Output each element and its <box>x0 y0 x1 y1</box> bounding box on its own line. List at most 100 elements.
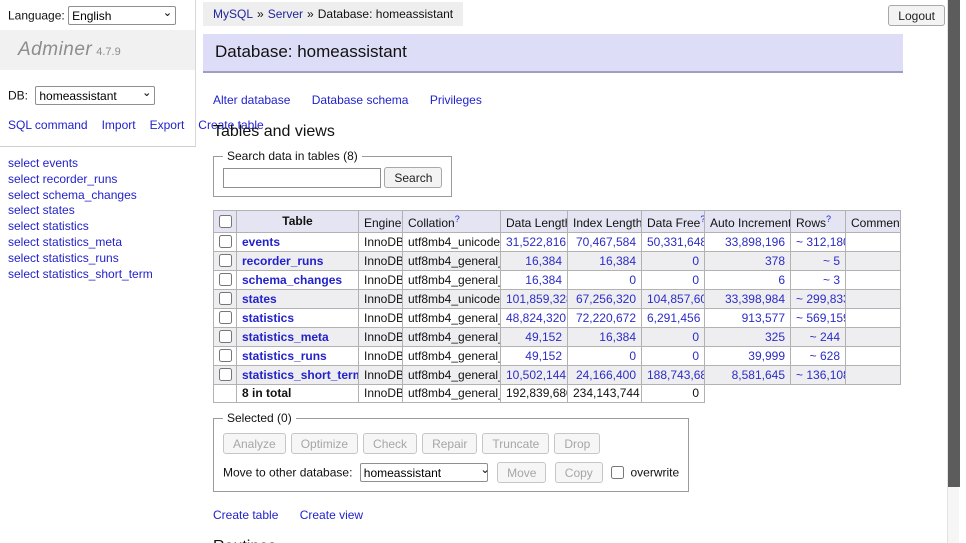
value-link[interactable]: ~ 5 <box>823 254 840 268</box>
check-button[interactable]: Check <box>363 433 417 454</box>
language-select[interactable]: English <box>68 6 176 25</box>
value-link[interactable]: 70,467,584 <box>576 235 636 249</box>
table-name-link[interactable]: statistics_meta <box>242 330 329 344</box>
row-checkbox[interactable] <box>219 311 232 324</box>
value-link[interactable]: 49,152 <box>525 330 562 344</box>
sidebar-select-link[interactable]: select statistics_meta <box>8 235 188 251</box>
value-link[interactable]: 16,384 <box>525 254 562 268</box>
optimize-button[interactable]: Optimize <box>291 433 358 454</box>
value-link[interactable]: 8,581,645 <box>732 368 785 382</box>
row-checkbox[interactable] <box>219 330 232 343</box>
sidebar-select-link[interactable]: select events <box>8 156 188 172</box>
value-link[interactable]: 10,502,144 <box>506 368 566 382</box>
row-checkbox[interactable] <box>219 273 232 286</box>
value-link[interactable]: ~ 244 <box>810 330 840 344</box>
help-icon[interactable]: ? <box>700 214 704 224</box>
table-name-link[interactable]: statistics <box>242 311 294 325</box>
truncate-button[interactable]: Truncate <box>482 433 549 454</box>
value-link[interactable]: 0 <box>692 254 699 268</box>
value-link[interactable]: 101,859,328 <box>506 292 568 306</box>
value-link[interactable]: 913,577 <box>742 311 785 325</box>
repair-button[interactable]: Repair <box>422 433 477 454</box>
table-name-link[interactable]: schema_changes <box>242 273 342 287</box>
row-checkbox-cell <box>214 309 237 328</box>
create-table-link[interactable]: Create table <box>213 508 278 522</box>
logout-button[interactable]: Logout <box>888 5 945 26</box>
index-length-cell: 72,220,672 <box>568 309 642 328</box>
value-link[interactable]: 24,166,400 <box>576 368 636 382</box>
value-link[interactable]: 6,291,456 <box>647 311 700 325</box>
scrollbar-track[interactable] <box>947 0 959 543</box>
value-link[interactable]: 16,384 <box>599 330 636 344</box>
row-checkbox[interactable] <box>219 292 232 305</box>
analyze-button[interactable]: Analyze <box>223 433 286 454</box>
row-checkbox[interactable] <box>219 235 232 248</box>
value-link[interactable]: ~ 299,833 <box>796 292 846 306</box>
breadcrumb-server-link[interactable]: Server <box>268 7 303 21</box>
alter-database-link[interactable]: Alter database <box>213 93 290 107</box>
value-link[interactable]: 0 <box>692 349 699 363</box>
value-link[interactable]: 39,999 <box>748 349 785 363</box>
db-select[interactable]: homeassistant <box>35 86 155 105</box>
brand-band: Adminer4.7.9 <box>0 30 195 70</box>
copy-button[interactable]: Copy <box>555 462 603 483</box>
table-name-link[interactable]: recorder_runs <box>242 254 323 268</box>
breadcrumb-mysql-link[interactable]: MySQL <box>213 7 253 21</box>
table-name-link[interactable]: states <box>242 292 277 306</box>
value-link[interactable]: 0 <box>692 273 699 287</box>
row-checkbox[interactable] <box>219 349 232 362</box>
value-link[interactable]: 67,256,320 <box>576 292 636 306</box>
sidebar-select-link[interactable]: select statistics_runs <box>8 251 188 267</box>
import-link[interactable]: Import <box>102 118 136 132</box>
value-link[interactable]: 378 <box>765 254 785 268</box>
value-link[interactable]: 50,331,648 <box>647 235 705 249</box>
value-link[interactable]: 188,743,680 <box>647 368 705 382</box>
move-button[interactable]: Move <box>497 462 546 483</box>
value-link[interactable]: 49,152 <box>525 349 562 363</box>
sidebar-select-link[interactable]: select states <box>8 203 188 219</box>
search-button[interactable]: Search <box>384 167 442 188</box>
help-icon[interactable]: ? <box>826 214 831 224</box>
value-link[interactable]: 31,522,816 <box>506 235 566 249</box>
value-link[interactable]: ~ 3 <box>823 273 840 287</box>
value-link[interactable]: ~ 312,180 <box>796 235 846 249</box>
value-link[interactable]: 0 <box>692 330 699 344</box>
sidebar-select-link[interactable]: select recorder_runs <box>8 172 188 188</box>
value-link[interactable]: 48,824,320 <box>506 311 566 325</box>
value-link[interactable]: ~ 628 <box>810 349 840 363</box>
value-link[interactable]: 16,384 <box>599 254 636 268</box>
privileges-link[interactable]: Privileges <box>430 93 482 107</box>
table-name-link[interactable]: events <box>242 235 280 249</box>
scrollbar-thumb[interactable] <box>948 0 960 487</box>
sidebar-select-link[interactable]: select schema_changes <box>8 188 188 204</box>
value-link[interactable]: 0 <box>629 273 636 287</box>
help-icon[interactable]: ? <box>455 214 460 224</box>
search-input[interactable] <box>223 168 381 188</box>
overwrite-checkbox[interactable] <box>611 466 624 479</box>
row-checkbox-cell <box>214 347 237 366</box>
sidebar-select-link[interactable]: select statistics_short_term <box>8 267 188 283</box>
value-link[interactable]: 0 <box>629 349 636 363</box>
drop-button[interactable]: Drop <box>554 433 600 454</box>
value-link[interactable]: 325 <box>765 330 785 344</box>
sql-command-link[interactable]: SQL command <box>8 118 88 132</box>
sidebar-select-link[interactable]: select statistics <box>8 219 188 235</box>
row-checkbox[interactable] <box>219 254 232 267</box>
export-link[interactable]: Export <box>150 118 185 132</box>
database-schema-link[interactable]: Database schema <box>312 93 409 107</box>
value-link[interactable]: ~ 569,159 <box>796 311 846 325</box>
table-name-link[interactable]: statistics_short_term <box>242 368 359 382</box>
value-link[interactable]: 33,898,196 <box>725 235 785 249</box>
row-checkbox[interactable] <box>219 368 232 381</box>
value-link[interactable]: 6 <box>778 273 785 287</box>
value-link[interactable]: 33,398,984 <box>725 292 785 306</box>
create-view-link[interactable]: Create view <box>300 508 363 522</box>
value-link[interactable]: 72,220,672 <box>576 311 636 325</box>
value-link[interactable]: 16,384 <box>525 273 562 287</box>
table-name-link[interactable]: statistics_runs <box>242 349 327 363</box>
value-link[interactable]: 104,857,600 <box>647 292 705 306</box>
value-link[interactable]: ~ 136,108 <box>796 368 846 382</box>
comment-cell <box>846 271 901 290</box>
select-all-checkbox[interactable] <box>219 215 232 228</box>
move-db-select[interactable]: homeassistant <box>360 463 488 482</box>
